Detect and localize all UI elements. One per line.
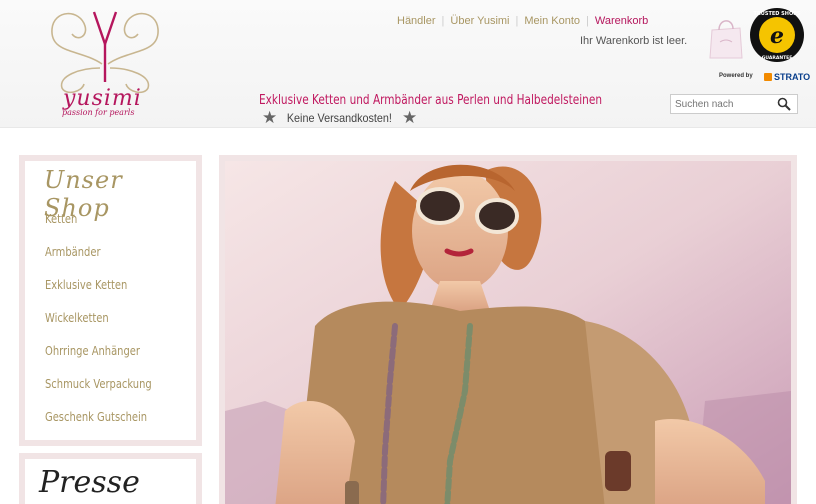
top-navigation: Händler | Über Yusimi | Mein Konto | War…	[392, 15, 653, 27]
shopping-bag-icon[interactable]	[706, 14, 746, 60]
shipping-notice: ★ Keine Versandkosten! ★	[262, 109, 417, 126]
search-input[interactable]	[671, 95, 771, 113]
cart-status: Ihr Warenkorb ist leer.	[580, 35, 688, 47]
shipping-text: Keine Versandkosten!	[287, 110, 393, 125]
nav-haendler[interactable]: Händler	[392, 15, 441, 27]
strato-logo[interactable]: STRATO	[764, 72, 810, 82]
hero-image[interactable]	[225, 161, 791, 504]
search-icon[interactable]	[777, 97, 791, 111]
star-icon: ★	[402, 108, 418, 127]
shop-sidebar: Unser Shop Ketten Armbänder Exklusive Ke…	[19, 155, 202, 446]
category-wickelketten[interactable]: Wickelketten	[45, 310, 152, 343]
trusted-shops-badge[interactable]: e TRUSTED SHOPS GUARANTEE	[749, 7, 805, 63]
svg-text:TRUSTED SHOPS: TRUSTED SHOPS	[754, 11, 801, 17]
powered-by-label: Powered by	[719, 73, 753, 79]
category-ketten[interactable]: Ketten	[45, 211, 152, 244]
star-icon: ★	[262, 108, 278, 127]
strato-icon	[764, 73, 772, 81]
category-armbaender[interactable]: Armbänder	[45, 244, 152, 277]
svg-text:e: e	[770, 23, 784, 49]
nav-warenkorb[interactable]: Warenkorb	[590, 15, 653, 27]
category-schmuck-verpackung[interactable]: Schmuck Verpackung	[45, 376, 152, 409]
nav-ueber-yusimi[interactable]: Über Yusimi	[445, 15, 514, 27]
svg-text:GUARANTEE: GUARANTEE	[762, 55, 793, 61]
category-exklusive-ketten[interactable]: Exklusive Ketten	[45, 277, 152, 310]
brand-slogan: passion for pearls	[62, 108, 135, 117]
press-box: Presse	[19, 453, 202, 504]
category-ohrringe-anhaenger[interactable]: Ohrringe Anhänger	[45, 343, 152, 376]
category-geschenk-gutschein[interactable]: Geschenk Gutschein	[45, 409, 152, 442]
category-menu: Ketten Armbänder Exklusive Ketten Wickel…	[45, 211, 161, 442]
site-tagline: Exklusive Ketten und Armbänder aus Perle…	[259, 93, 602, 108]
hero-banner	[219, 155, 797, 504]
search-box	[670, 94, 798, 114]
nav-mein-konto[interactable]: Mein Konto	[519, 15, 585, 27]
press-title[interactable]: Presse	[39, 465, 140, 500]
site-header: yusimi passion for pearls Händler | Über…	[0, 0, 816, 128]
